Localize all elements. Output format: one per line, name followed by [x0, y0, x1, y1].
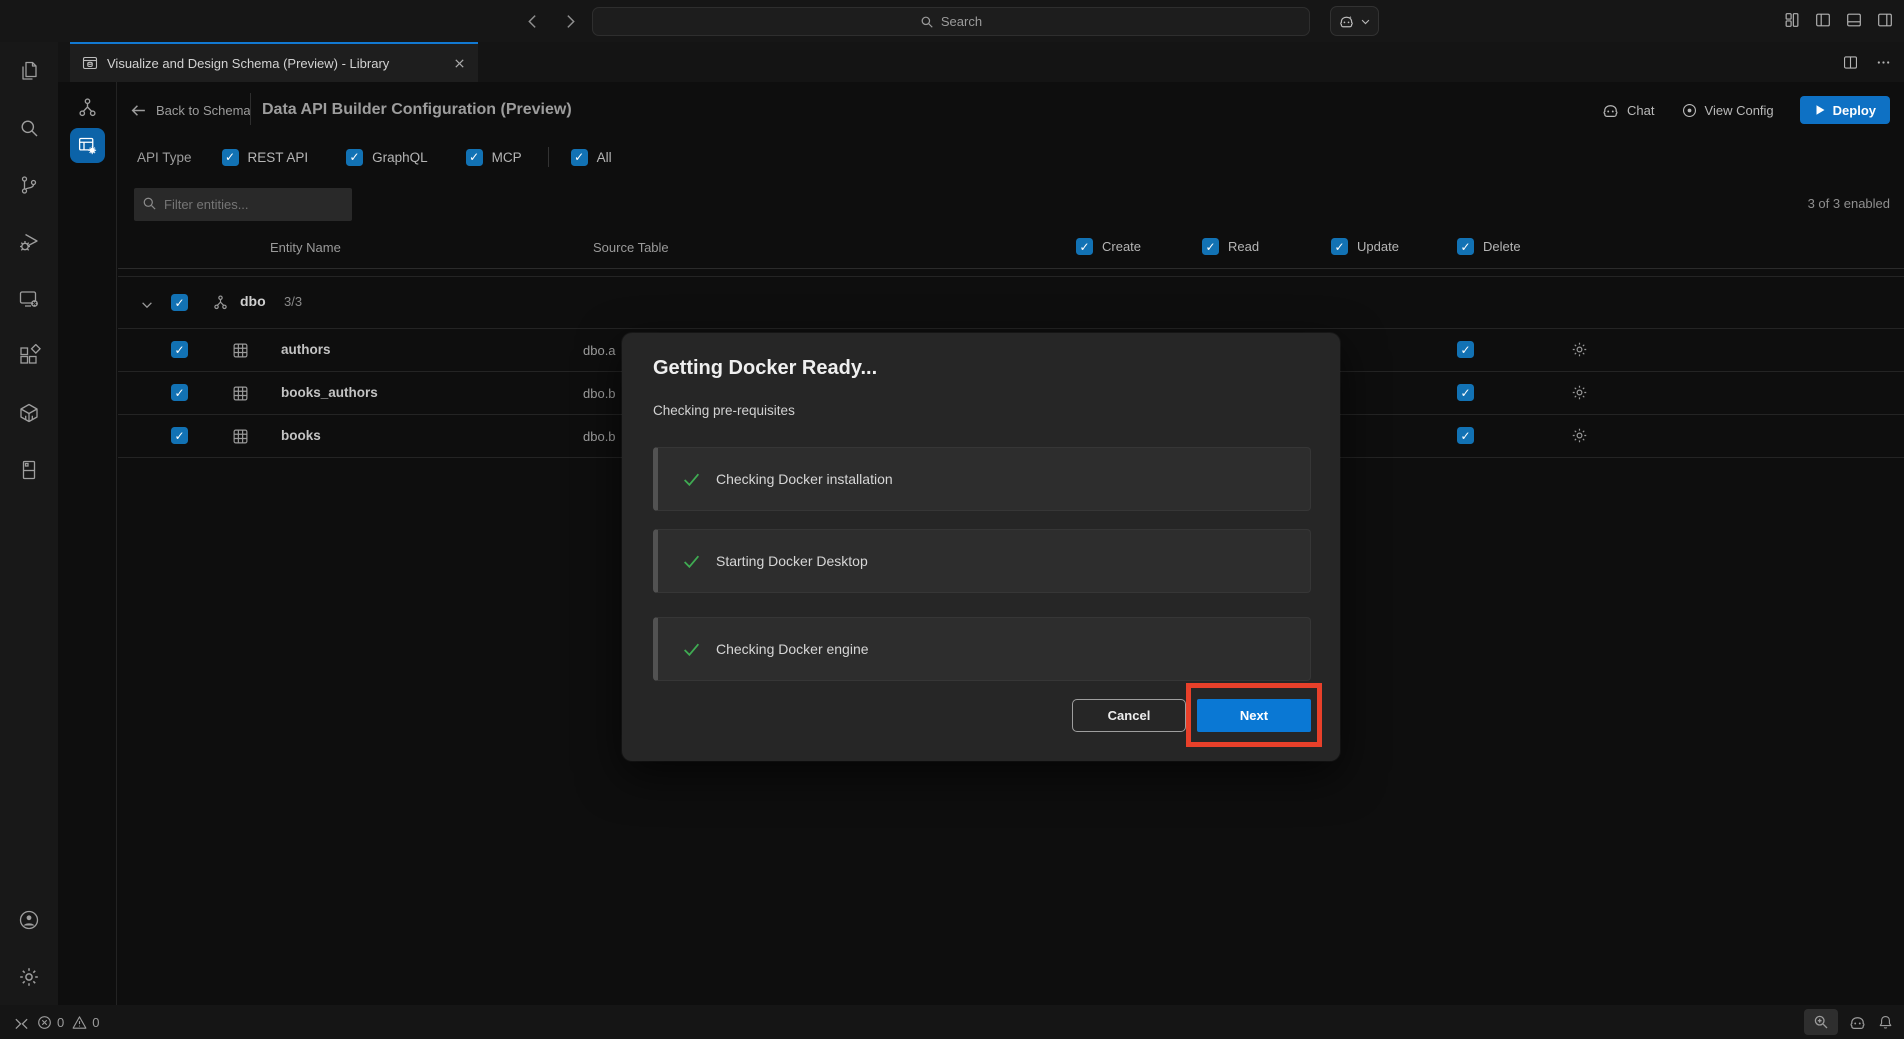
row-checkbox[interactable] — [171, 384, 188, 401]
update-all-checkbox[interactable] — [1331, 238, 1348, 255]
designer-tool-rail — [58, 82, 117, 1005]
rest-api-checkbox[interactable] — [222, 149, 239, 166]
getting-docker-ready-dialog: Getting Docker Ready... Checking pre-req… — [622, 333, 1340, 761]
bell-icon[interactable] — [1877, 1014, 1894, 1031]
filter-search-icon — [142, 196, 157, 211]
dab-config-tool-icon[interactable] — [70, 128, 105, 163]
entities-table-header: Entity Name Source Table Create Read Upd… — [118, 228, 1904, 269]
accounts-icon[interactable] — [0, 891, 58, 948]
explorer-icon[interactable] — [0, 42, 58, 99]
row-delete-checkbox[interactable] — [1457, 341, 1474, 358]
run-debug-icon[interactable] — [0, 213, 58, 270]
table-icon — [232, 342, 249, 359]
chat-button[interactable]: Chat — [1601, 101, 1654, 120]
view-config-button[interactable]: View Config — [1681, 102, 1774, 119]
dialog-subtitle: Checking pre-requisites — [653, 403, 795, 418]
nav-forward-icon[interactable] — [558, 9, 582, 33]
page-title: Data API Builder Configuration (Preview) — [262, 101, 572, 119]
toggle-primary-sidebar-icon[interactable] — [1814, 11, 1832, 29]
api-type-label: API Type — [137, 150, 192, 165]
entity-name-column-header: Entity Name — [270, 240, 341, 255]
toggle-secondary-sidebar-icon[interactable] — [1876, 11, 1894, 29]
read-all-checkbox[interactable] — [1202, 238, 1219, 255]
zoom-status-icon[interactable] — [1804, 1009, 1838, 1035]
copilot-status-icon[interactable] — [1848, 1013, 1867, 1032]
remote-explorer-icon[interactable] — [0, 270, 58, 327]
check-icon — [682, 552, 701, 571]
settings-gear-icon[interactable] — [0, 948, 58, 1005]
search-icon — [920, 15, 934, 29]
search-label: Search — [941, 14, 982, 29]
toggle-panel-icon[interactable] — [1845, 11, 1863, 29]
group-name: dbo — [240, 293, 266, 309]
row-settings-gear-icon[interactable] — [1570, 340, 1589, 359]
row-checkbox[interactable] — [171, 427, 188, 444]
row-checkbox[interactable] — [171, 341, 188, 358]
table-icon — [232, 428, 249, 445]
source-table-column-header: Source Table — [593, 240, 669, 255]
step-checking-docker-installation: Checking Docker installation — [653, 447, 1311, 511]
delete-all-checkbox[interactable] — [1457, 238, 1474, 255]
error-icon — [37, 1015, 52, 1030]
schema-group-row-dbo: dbo 3/3 — [118, 276, 1904, 329]
dialog-title: Getting Docker Ready... — [653, 357, 877, 380]
check-icon — [682, 640, 701, 659]
status-bar: 0 0 — [0, 1005, 1904, 1039]
chevron-down-icon[interactable] — [140, 298, 154, 312]
extensions-icon[interactable] — [0, 327, 58, 384]
all-checkbox[interactable] — [571, 149, 588, 166]
step-starting-docker-desktop: Starting Docker Desktop — [653, 529, 1311, 593]
copilot-icon — [1601, 101, 1620, 120]
warnings-indicator[interactable]: 0 — [72, 1015, 99, 1030]
schema-hierarchy-icon — [211, 293, 230, 312]
step-checking-docker-engine: Checking Docker engine — [653, 617, 1311, 681]
schema-diagram-tool-icon[interactable] — [75, 95, 100, 120]
next-button[interactable]: Next — [1197, 699, 1311, 732]
tab-close-icon[interactable] — [453, 57, 466, 70]
enabled-summary: 3 of 3 enabled — [1808, 196, 1890, 211]
back-to-schema-link[interactable]: Back to Schema — [130, 102, 251, 119]
row-settings-gear-icon[interactable] — [1570, 426, 1589, 445]
table-icon — [232, 385, 249, 402]
database-projects-icon[interactable] — [0, 441, 58, 498]
cancel-button[interactable]: Cancel — [1072, 699, 1186, 732]
activity-bar — [0, 42, 58, 1005]
docker-icon[interactable] — [0, 384, 58, 441]
graphql-checkbox[interactable] — [346, 149, 363, 166]
mcp-checkbox[interactable] — [466, 149, 483, 166]
row-delete-checkbox[interactable] — [1457, 384, 1474, 401]
remote-indicator[interactable] — [14, 1015, 29, 1030]
search-view-icon[interactable] — [0, 99, 58, 156]
schema-designer-icon — [82, 55, 98, 71]
row-delete-checkbox[interactable] — [1457, 427, 1474, 444]
group-count: 3/3 — [284, 294, 302, 309]
more-actions-icon[interactable] — [1875, 54, 1892, 71]
check-icon — [682, 470, 701, 489]
copilot-chat-icon — [1338, 13, 1355, 30]
row-settings-gear-icon[interactable] — [1570, 383, 1589, 402]
warning-icon — [72, 1015, 87, 1030]
play-icon — [1814, 104, 1826, 116]
errors-indicator[interactable]: 0 — [37, 1015, 64, 1030]
split-editor-icon[interactable] — [1842, 54, 1859, 71]
vscode-window: Search — [0, 0, 1904, 1039]
filter-entities-input[interactable] — [134, 188, 352, 221]
create-all-checkbox[interactable] — [1076, 238, 1093, 255]
chevron-down-icon — [1360, 16, 1371, 27]
deploy-button[interactable]: Deploy — [1800, 96, 1890, 124]
tab-title: Visualize and Design Schema (Preview) - … — [107, 56, 444, 71]
api-type-row: API Type REST API GraphQL MCP All — [137, 140, 650, 174]
customize-layout-icon[interactable] — [1783, 11, 1801, 29]
eye-icon — [1681, 102, 1698, 119]
tab-visualize-design-schema[interactable]: Visualize and Design Schema (Preview) - … — [70, 42, 478, 82]
source-control-icon[interactable] — [0, 156, 58, 213]
command-center-search[interactable]: Search — [592, 7, 1310, 36]
tab-bar: Visualize and Design Schema (Preview) - … — [58, 42, 1904, 82]
copilot-menu-button[interactable] — [1330, 6, 1379, 36]
dbo-group-checkbox[interactable] — [171, 294, 188, 311]
arrow-left-icon — [130, 102, 147, 119]
nav-back-icon[interactable] — [520, 9, 544, 33]
title-bar: Search — [0, 0, 1904, 42]
